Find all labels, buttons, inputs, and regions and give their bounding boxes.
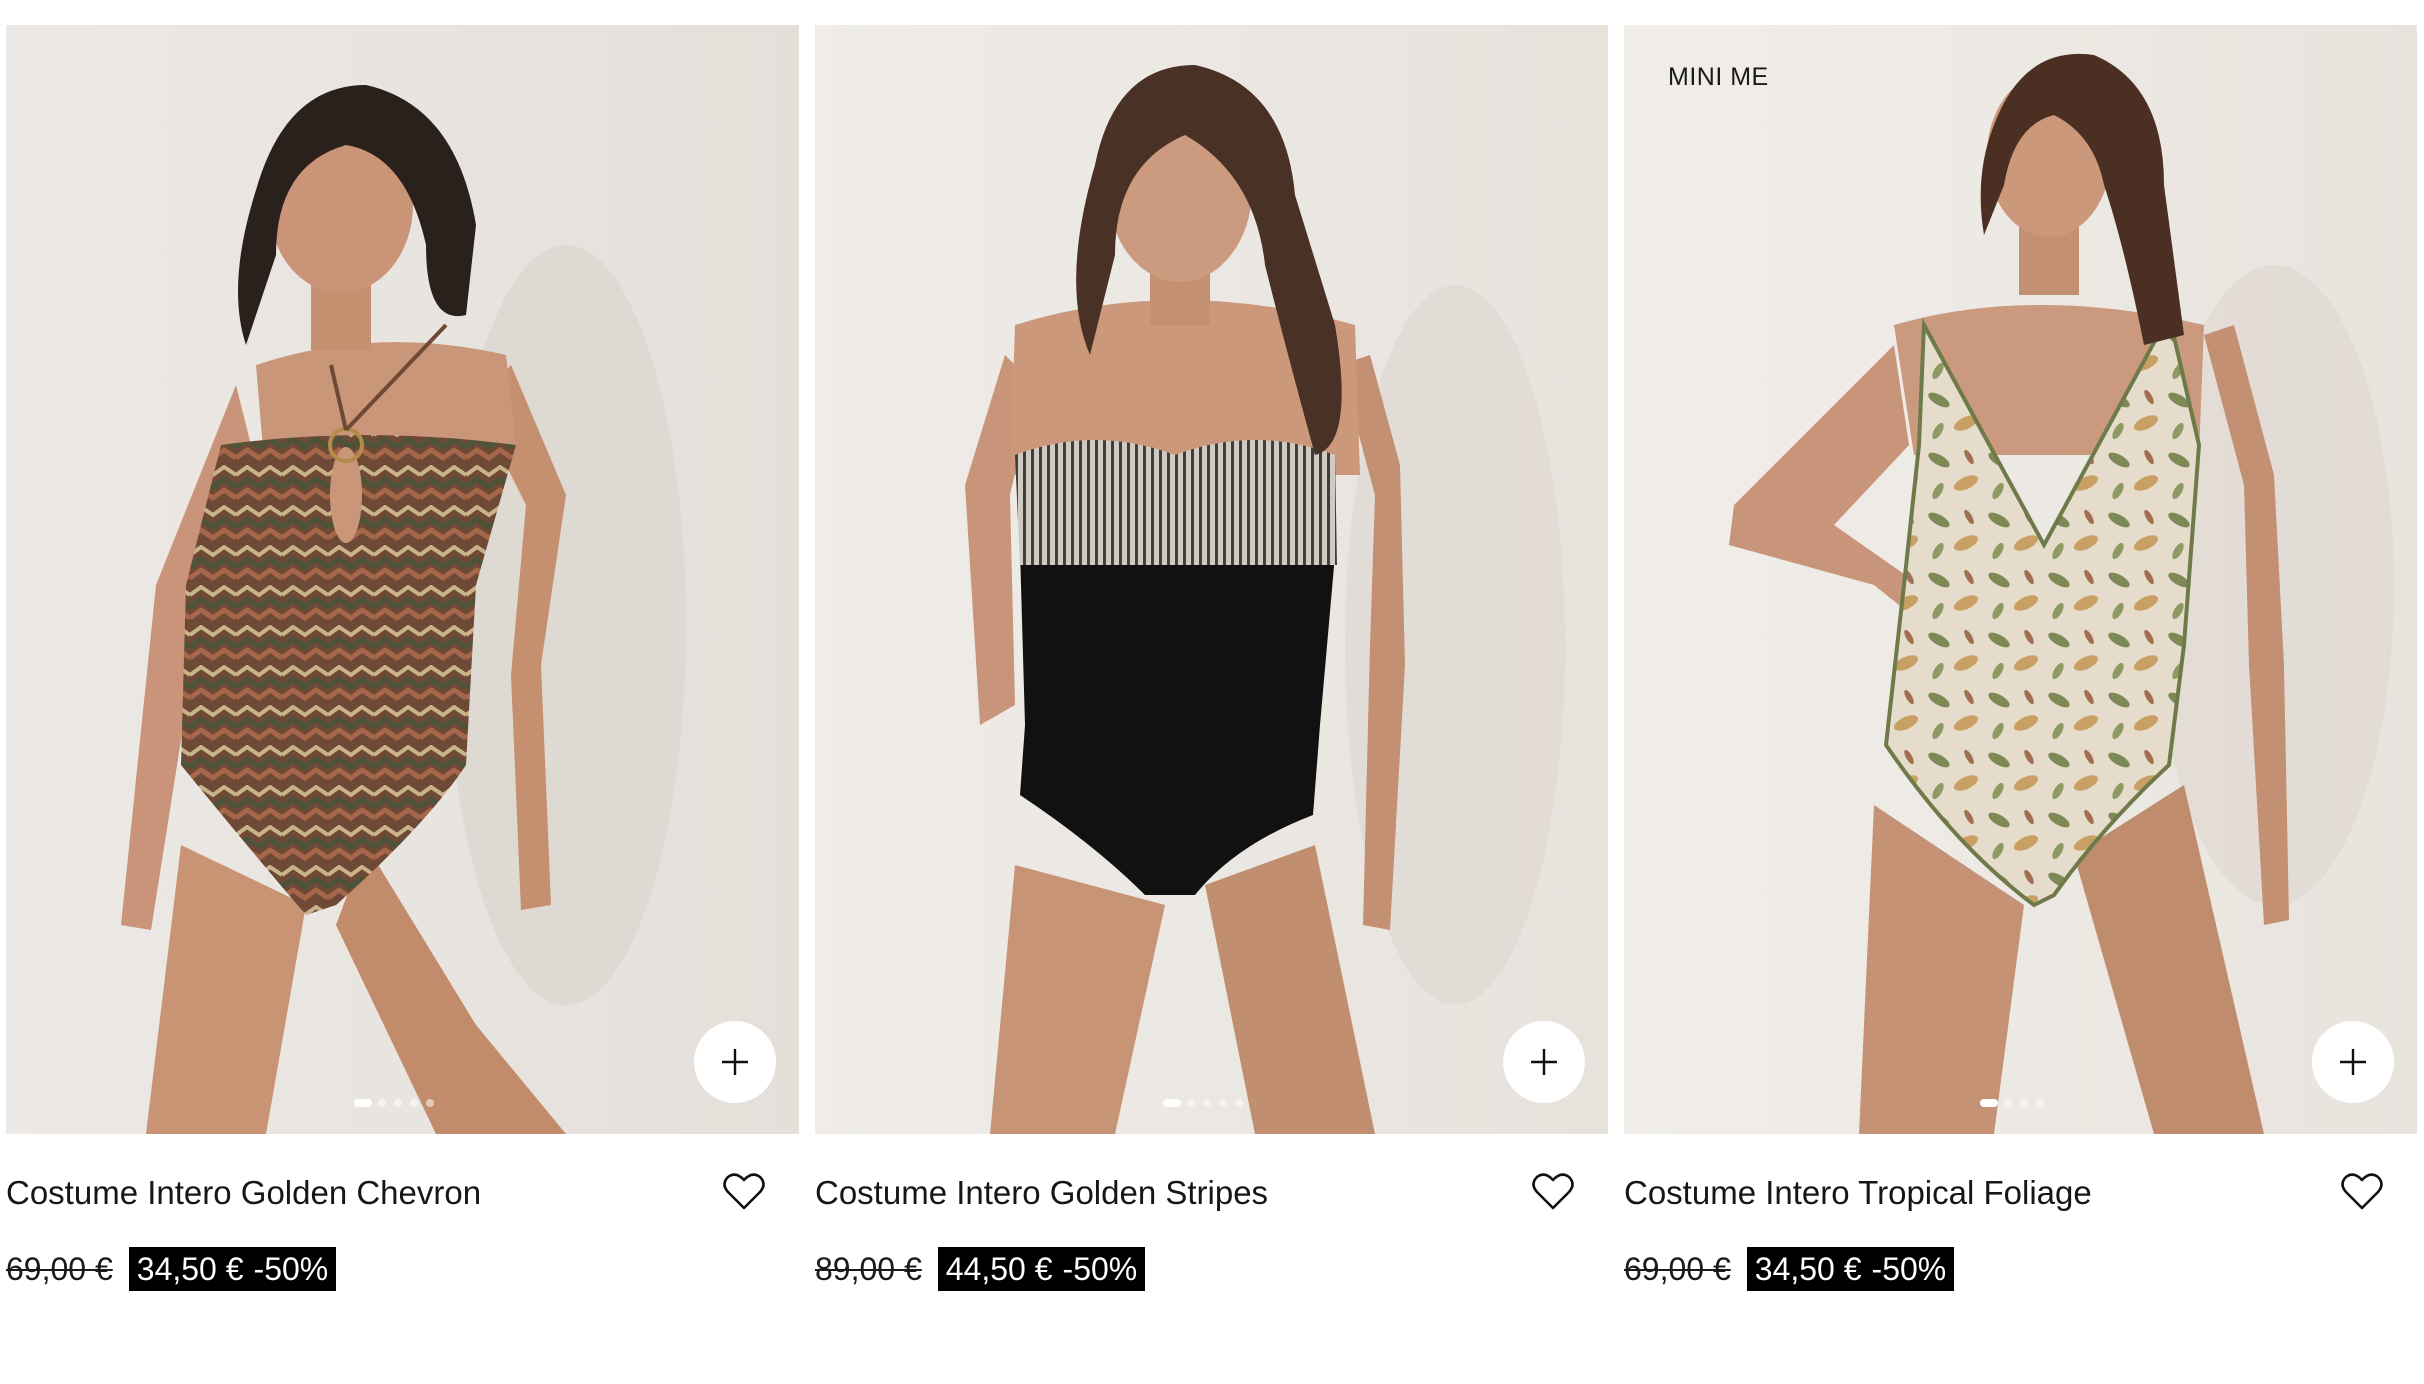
heart-icon bbox=[723, 1173, 765, 1210]
product-tag: MINI ME bbox=[1668, 63, 1769, 91]
product-photo[interactable] bbox=[815, 25, 1608, 1134]
product-photo[interactable] bbox=[6, 25, 799, 1134]
product-title-row: Costume Intero Tropical Foliage bbox=[1624, 1168, 2417, 1220]
carousel-dot[interactable] bbox=[426, 1099, 434, 1107]
carousel-dot[interactable] bbox=[2036, 1099, 2044, 1107]
sale-price-badge: 34,50 € -50% bbox=[1746, 1247, 1955, 1291]
carousel-dot[interactable] bbox=[378, 1099, 386, 1107]
carousel-dot[interactable] bbox=[410, 1099, 418, 1107]
price-row: 89,00 € 44,50 € -50% bbox=[815, 1247, 1146, 1291]
carousel-dot[interactable] bbox=[1203, 1099, 1211, 1107]
carousel-indicator bbox=[1624, 1099, 2417, 1109]
product-name[interactable]: Costume Intero Tropical Foliage bbox=[1624, 1174, 2092, 1212]
product-grid: Costume Intero Golden Chevron 69,00 € 34… bbox=[0, 25, 2424, 1355]
carousel-dot[interactable] bbox=[1219, 1099, 1227, 1107]
carousel-indicator bbox=[815, 1099, 1608, 1109]
product-card[interactable]: Costume Intero Golden Chevron 69,00 € 34… bbox=[6, 25, 799, 1291]
heart-icon bbox=[2341, 1173, 2383, 1210]
carousel-dot[interactable] bbox=[2020, 1099, 2028, 1107]
sale-price: 34,50 € bbox=[136, 1250, 244, 1287]
sale-price: 34,50 € bbox=[1754, 1250, 1862, 1287]
original-price: 89,00 € bbox=[815, 1250, 922, 1287]
product-image-carousel[interactable] bbox=[815, 25, 1608, 1134]
product-image-carousel[interactable] bbox=[6, 25, 799, 1134]
carousel-dot[interactable] bbox=[2004, 1099, 2012, 1107]
add-to-cart-button[interactable] bbox=[2312, 1021, 2394, 1103]
product-name[interactable]: Costume Intero Golden Chevron bbox=[6, 1174, 481, 1212]
discount-percent: -50% bbox=[1871, 1250, 1947, 1287]
sale-price-badge: 34,50 € -50% bbox=[128, 1247, 337, 1291]
plus-icon bbox=[722, 1049, 748, 1075]
carousel-indicator bbox=[6, 1099, 799, 1109]
discount-percent: -50% bbox=[253, 1250, 329, 1287]
plus-icon bbox=[2340, 1049, 2366, 1075]
carousel-dot[interactable] bbox=[394, 1099, 402, 1107]
product-title-row: Costume Intero Golden Stripes bbox=[815, 1168, 1608, 1220]
carousel-dot[interactable] bbox=[1980, 1099, 1998, 1107]
product-image-carousel[interactable]: MINI ME bbox=[1624, 25, 2417, 1134]
sale-price: 44,50 € bbox=[945, 1250, 1053, 1287]
price-row: 69,00 € 34,50 € -50% bbox=[6, 1247, 337, 1291]
carousel-dot[interactable] bbox=[354, 1099, 372, 1107]
original-price: 69,00 € bbox=[6, 1250, 113, 1287]
product-photo[interactable] bbox=[1624, 25, 2417, 1134]
wishlist-button[interactable] bbox=[1531, 1172, 1575, 1214]
sale-price-badge: 44,50 € -50% bbox=[937, 1247, 1146, 1291]
add-to-cart-button[interactable] bbox=[1503, 1021, 1585, 1103]
heart-icon bbox=[1532, 1173, 1574, 1210]
product-name[interactable]: Costume Intero Golden Stripes bbox=[815, 1174, 1268, 1212]
product-card[interactable]: Costume Intero Golden Stripes 89,00 € 44… bbox=[815, 25, 1608, 1291]
carousel-dot[interactable] bbox=[1235, 1099, 1243, 1107]
original-price: 69,00 € bbox=[1624, 1250, 1731, 1287]
wishlist-button[interactable] bbox=[722, 1172, 766, 1214]
price-row: 69,00 € 34,50 € -50% bbox=[1624, 1247, 1955, 1291]
add-to-cart-button[interactable] bbox=[694, 1021, 776, 1103]
carousel-dot[interactable] bbox=[1163, 1099, 1181, 1107]
wishlist-button[interactable] bbox=[2340, 1172, 2384, 1214]
product-card[interactable]: MINI ME Costume Intero Tropical Foliage bbox=[1624, 25, 2417, 1291]
plus-icon bbox=[1531, 1049, 1557, 1075]
discount-percent: -50% bbox=[1062, 1250, 1138, 1287]
product-title-row: Costume Intero Golden Chevron bbox=[6, 1168, 799, 1220]
carousel-dot[interactable] bbox=[1187, 1099, 1195, 1107]
